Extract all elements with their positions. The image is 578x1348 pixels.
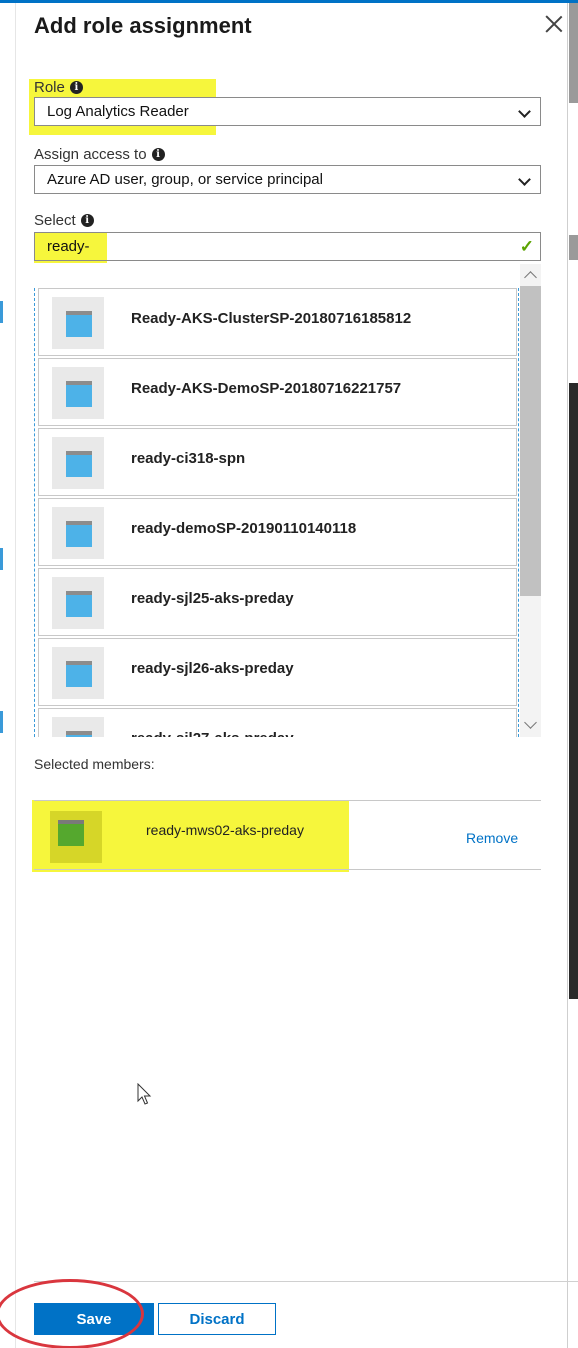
list-item-name: ready-sjl27-aks-preday [131, 730, 294, 737]
app-registration-icon [66, 661, 92, 687]
results-scrollbar[interactable] [520, 264, 541, 737]
background-blade-right [567, 3, 578, 1348]
avatar [52, 717, 104, 737]
app-registration-icon [66, 591, 92, 617]
search-value: ready- [47, 238, 90, 255]
close-icon[interactable] [541, 11, 567, 37]
list-item-name: Ready-AKS-ClusterSP-20180716185812 [131, 310, 412, 327]
role-label-group: Role i [34, 79, 83, 96]
chevron-down-icon [518, 105, 531, 118]
remove-member-link[interactable]: Remove [466, 830, 518, 846]
list-item[interactable]: ready-ci318-spn [38, 428, 517, 496]
mouse-pointer-icon [137, 1083, 152, 1105]
app-registration-icon [66, 311, 92, 337]
assign-access-value: Azure AD user, group, or service princip… [47, 171, 323, 188]
scroll-up-arrow-icon[interactable] [520, 264, 541, 286]
list-item-name: ready-demoSP-20190110140118 [131, 520, 357, 537]
chevron-down-icon [518, 173, 531, 186]
discard-button[interactable]: Discard [158, 1303, 276, 1335]
search-results-list: Ready-AKS-ClusterSP-20180716185812 Ready… [34, 288, 519, 737]
footer-divider [34, 1281, 578, 1282]
list-item[interactable]: ready-demoSP-20190110140118 [38, 498, 517, 566]
avatar [52, 437, 104, 489]
avatar [52, 577, 104, 629]
background-blade-left [0, 3, 16, 1348]
avatar [52, 367, 104, 419]
info-icon[interactable]: i [151, 148, 165, 161]
add-role-assignment-blade: Add role assignment Role i Log Analytics… [17, 3, 578, 1348]
selected-members-label: Selected members: [34, 756, 155, 772]
list-item[interactable]: ready-sjl25-aks-preday [38, 568, 517, 636]
search-input[interactable]: ready- ✓ [34, 232, 541, 261]
list-item[interactable]: Ready-AKS-ClusterSP-20180716185812 [38, 288, 517, 356]
role-dropdown[interactable]: Log Analytics Reader [34, 97, 541, 126]
right-edge-block [569, 383, 578, 999]
app-registration-icon [66, 521, 92, 547]
right-edge-block [569, 235, 578, 260]
assign-access-label-group: Assign access to i [34, 146, 165, 163]
left-edge-marker [0, 711, 3, 733]
checkmark-icon: ✓ [519, 237, 534, 256]
assign-access-dropdown[interactable]: Azure AD user, group, or service princip… [34, 165, 541, 194]
list-item-name: ready-sjl26-aks-preday [131, 660, 294, 677]
info-icon[interactable]: i [69, 81, 83, 94]
left-edge-marker [0, 548, 3, 570]
role-label: Role [34, 79, 65, 96]
annotation-circle [0, 1279, 144, 1348]
right-edge-block [569, 3, 578, 103]
role-value: Log Analytics Reader [47, 103, 189, 120]
scrollbar-thumb[interactable] [520, 286, 541, 596]
app-registration-icon [66, 731, 92, 737]
list-item-name: ready-ci318-spn [131, 450, 246, 467]
app-registration-icon [66, 381, 92, 407]
list-item-name: Ready-AKS-DemoSP-20180716221757 [131, 380, 402, 397]
avatar [52, 507, 104, 559]
app-registration-icon [58, 820, 84, 846]
select-label-group: Select i [34, 212, 94, 229]
left-edge-marker [0, 301, 3, 323]
selected-member-name: ready-mws02-aks-preday [146, 822, 304, 838]
info-icon[interactable]: i [80, 214, 94, 227]
list-item[interactable]: Ready-AKS-DemoSP-20180716221757 [38, 358, 517, 426]
page-title: Add role assignment [34, 13, 252, 38]
list-item[interactable]: ready-sjl27-aks-preday [38, 708, 517, 737]
select-label: Select [34, 212, 76, 229]
list-item[interactable]: ready-sjl26-aks-preday [38, 638, 517, 706]
avatar [52, 647, 104, 699]
assign-access-label: Assign access to [34, 146, 147, 163]
avatar [52, 297, 104, 349]
app-registration-icon [66, 451, 92, 477]
scroll-down-arrow-icon[interactable] [520, 715, 541, 737]
list-item-name: ready-sjl25-aks-preday [131, 590, 294, 607]
selected-member-row: ready-mws02-aks-preday Remove [34, 800, 541, 870]
